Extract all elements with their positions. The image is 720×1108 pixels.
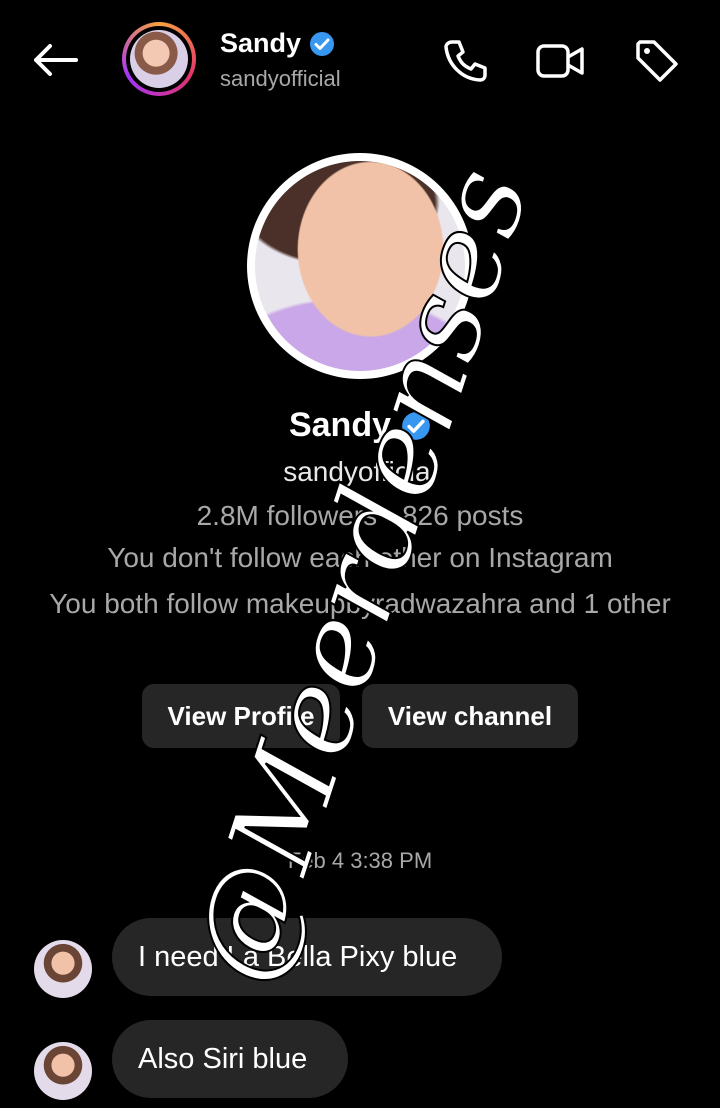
profile-stats: 2.8M followers · 826 posts [196,500,524,531]
view-profile-button[interactable]: View Profile [142,684,340,748]
back-arrow-icon[interactable] [30,40,80,80]
message-timestamp: Feb 4 3:38 PM [287,848,433,873]
mutual-followers: You both follow makeupbyradwazahra and 1… [49,588,671,619]
video-camera-icon[interactable] [535,36,585,86]
profile-picture[interactable] [247,153,473,379]
header-name-row[interactable]: Sandy [220,28,335,59]
profile-photo [255,161,465,371]
profile-name: Sandy [288,406,392,444]
chat-header: Sandy sandyofficial [0,0,720,120]
header-avatar[interactable] [122,22,196,96]
avatar-image [130,30,188,88]
sender-avatar[interactable] [34,940,92,998]
message-bubble[interactable]: Also Siri blue [112,1020,348,1098]
message-bubble[interactable]: I need La Bella Pixy blue [112,918,502,996]
tag-icon[interactable] [632,36,682,86]
follow-status: You don't follow each other on Instagram [107,542,613,573]
header-name: Sandy [220,28,302,58]
view-channel-button[interactable]: View channel [362,684,578,748]
phone-icon[interactable] [440,36,490,86]
verified-badge-icon [310,31,335,56]
profile-handle: sandyofficial [283,456,437,487]
sender-avatar[interactable] [34,1042,92,1100]
profile-name-row: Sandy [0,406,720,445]
verified-badge-icon [402,411,430,440]
header-handle: sandyofficial [220,66,341,91]
